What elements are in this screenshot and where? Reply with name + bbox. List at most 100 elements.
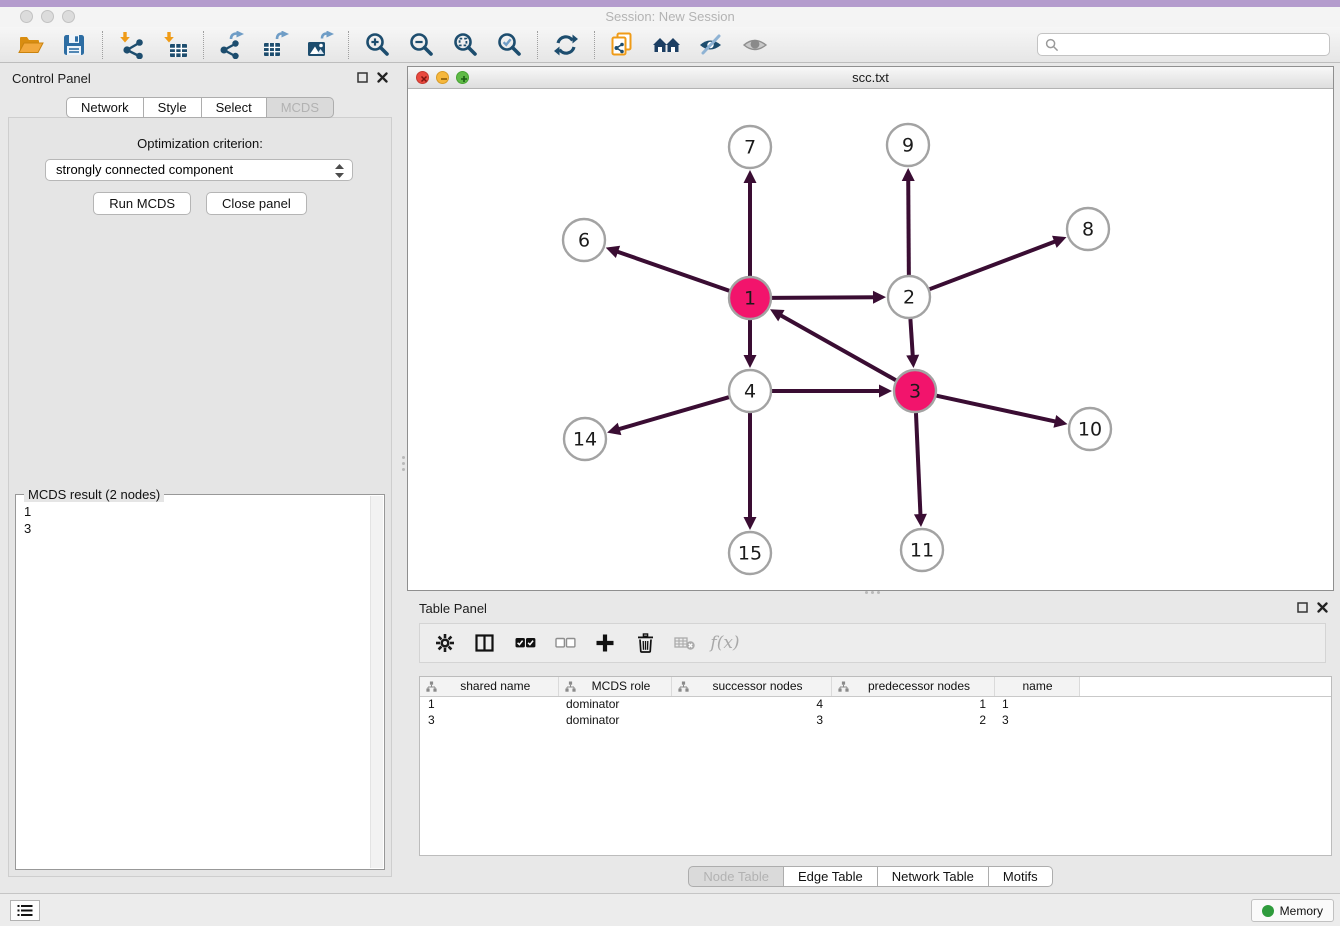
column-header-shared-name[interactable]: shared name [420,677,558,696]
graph-edge[interactable] [936,396,1059,423]
column-header-successor-nodes[interactable]: successor nodes [671,677,831,696]
cell-successor-nodes[interactable]: 3 [671,712,831,728]
import-table-button[interactable] [153,29,197,61]
tab-edge-table[interactable]: Edge Table [784,866,878,887]
save-floppy-icon [61,32,87,58]
float-panel-icon[interactable] [1297,602,1308,613]
zoom-in-button[interactable] [355,29,399,61]
table-settings-button[interactable] [427,627,463,659]
vertical-splitter-handle[interactable] [401,452,406,474]
show-all-button[interactable] [733,29,777,61]
duplicate-network-button[interactable] [601,29,645,61]
graph-edge[interactable] [615,397,729,430]
refresh-layout-button[interactable] [544,29,588,61]
tab-select[interactable]: Select [202,97,267,118]
tab-style[interactable]: Style [144,97,202,118]
export-network-button[interactable] [210,29,254,61]
graph-edge[interactable] [916,413,921,519]
table-row[interactable]: 1 dominator 4 1 1 [420,696,1331,712]
delete-column-button[interactable] [627,627,663,659]
cell-mcds-role[interactable]: dominator [558,712,671,728]
search-input[interactable] [1063,35,1329,54]
fx-icon: f(x) [710,633,739,653]
open-file-button[interactable] [8,29,52,61]
table-toolbar: f(x) [419,623,1326,663]
cell-predecessor-nodes[interactable]: 1 [831,696,994,712]
cell-successor-nodes[interactable]: 4 [671,696,831,712]
zoom-selected-button[interactable] [487,29,531,61]
close-window-button[interactable] [20,10,33,23]
minimize-network-button[interactable] [436,71,449,84]
trash-icon [636,633,655,653]
control-panel: Control Panel Network Style Select MCDS … [0,63,400,893]
cell-predecessor-nodes[interactable]: 2 [831,712,994,728]
result-scrollbar[interactable] [370,496,383,868]
graph-node-label: 6 [578,230,590,252]
minimize-window-button[interactable] [41,10,54,23]
graph-edge-arrowhead [873,291,886,304]
titlebar: Session: New Session [0,7,1340,27]
save-session-button[interactable] [52,29,96,61]
tab-node-table[interactable]: Node Table [688,866,784,887]
cell-name[interactable]: 1 [994,696,1079,712]
table-panel-title: Table Panel [419,601,487,616]
close-network-button[interactable] [416,71,429,84]
search-box[interactable] [1037,33,1330,56]
zoom-fit-button[interactable] [443,29,487,61]
run-mcds-button[interactable]: Run MCDS [93,192,191,215]
cell-mcds-role[interactable]: dominator [558,696,671,712]
show-column-panel-button[interactable] [467,627,503,659]
tab-mcds[interactable]: MCDS [267,97,334,118]
close-panel-button[interactable]: Close panel [206,192,307,215]
zoom-window-button[interactable] [62,10,75,23]
graph-edge-arrowhead [744,517,757,530]
zoom-in-icon [364,31,391,58]
optimization-criterion-select[interactable]: strongly connected component [45,159,353,181]
close-panel-icon[interactable] [1317,602,1328,613]
control-panel-controls [357,72,388,83]
tab-network-table[interactable]: Network Table [878,866,989,887]
tab-motifs[interactable]: Motifs [989,866,1053,887]
columns-icon [475,634,495,652]
graph-edge[interactable] [777,313,896,380]
tree-icon [426,681,437,692]
graph-node-label: 1 [744,288,756,310]
zoom-out-button[interactable] [399,29,443,61]
graph-edge-arrowhead [902,168,915,181]
tab-network[interactable]: Network [66,97,144,118]
column-header-predecessor-nodes[interactable]: predecessor nodes [831,677,994,696]
graph-edge[interactable] [910,319,913,360]
graph-edge[interactable] [772,297,878,298]
graph-node-label: 10 [1078,419,1102,441]
node-table[interactable]: shared name MCDS role successor nodes pr… [419,676,1332,856]
select-all-rows-button[interactable] [507,627,543,659]
column-header-mcds-role[interactable]: MCDS role [558,677,671,696]
graph-edge[interactable] [908,176,909,275]
deselect-all-rows-button[interactable] [547,627,583,659]
import-network-button[interactable] [109,29,153,61]
cell-shared-name[interactable]: 1 [420,696,558,712]
show-all-networks-button[interactable] [645,29,689,61]
hide-selected-button[interactable] [689,29,733,61]
column-header-name[interactable]: name [994,677,1079,696]
float-panel-icon[interactable] [357,72,368,83]
eye-slash-icon [697,32,725,58]
graph-edge-arrowhead [606,246,620,258]
network-canvas[interactable]: 7968124314101511 [408,89,1333,590]
memory-button[interactable]: Memory [1251,899,1334,922]
export-image-button[interactable] [298,29,342,61]
create-column-button[interactable] [587,627,623,659]
cell-name[interactable]: 3 [994,712,1079,728]
table-row[interactable]: 3 dominator 3 2 3 [420,712,1331,728]
task-history-button[interactable] [10,900,40,921]
graph-edge[interactable] [613,250,729,291]
graph-edge-arrowhead [744,355,757,368]
cell-shared-name[interactable]: 3 [420,712,558,728]
close-panel-icon[interactable] [377,72,388,83]
graph-edge[interactable] [930,240,1059,289]
table-panel-controls [1297,602,1328,613]
maximize-network-button[interactable] [456,71,469,84]
export-table-button[interactable] [254,29,298,61]
table-header-filler [1079,677,1331,696]
mcds-result-box: MCDS result (2 nodes) 1 3 [15,494,385,870]
